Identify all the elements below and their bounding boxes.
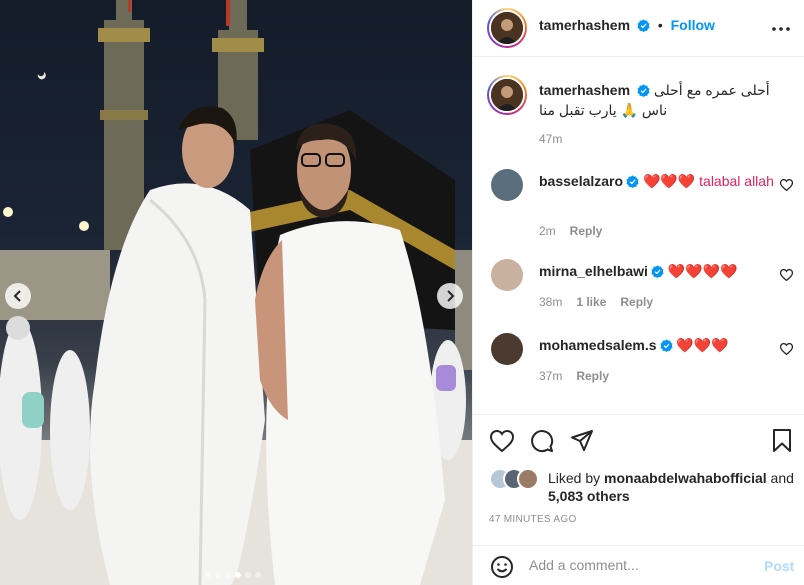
post-comment-button[interactable]: Post	[764, 558, 794, 574]
header-user-line: tamerhashem • Follow	[539, 17, 715, 33]
comment-composer: Post	[473, 545, 804, 585]
comment-item: basselalzaro ❤️❤️❤️ talabal allah	[539, 172, 779, 191]
comment-meta: 2m Reply	[539, 224, 602, 238]
post-sidebar: tamerhashem • Follow tamerhashem أحلى عم…	[472, 0, 804, 585]
bookmark-icon	[773, 429, 791, 452]
carousel-dot	[205, 572, 211, 578]
comment-username[interactable]: mirna_elhelbawi	[539, 263, 648, 279]
commenter-avatar[interactable]	[491, 169, 523, 201]
carousel-dot	[245, 572, 251, 578]
carousel-dot	[255, 572, 261, 578]
actions-divider	[473, 414, 804, 415]
author-username[interactable]: tamerhashem	[539, 17, 630, 33]
comment-text: ❤️❤️❤️ talabal allah	[642, 173, 774, 189]
caption-username[interactable]: tamerhashem	[539, 82, 630, 98]
verified-badge-icon	[637, 19, 650, 32]
liked-by-user[interactable]: monaabdelwahabofficial	[604, 470, 767, 486]
carousel-dot	[235, 572, 241, 578]
liked-by-and: and	[770, 470, 794, 486]
commenter-avatar[interactable]	[491, 333, 523, 365]
post-photo[interactable]	[0, 0, 472, 585]
reply-button[interactable]: Reply	[570, 224, 603, 238]
comment-like-button[interactable]	[779, 178, 794, 194]
avatar-photo	[491, 12, 523, 44]
share-button[interactable]	[569, 428, 595, 454]
comment-likes[interactable]: 1 like	[576, 295, 606, 309]
comment-icon	[531, 430, 554, 453]
save-button[interactable]	[769, 428, 795, 454]
like-button[interactable]	[489, 428, 515, 454]
comment-like-button[interactable]	[779, 268, 794, 284]
liked-by-prefix: Liked by	[548, 470, 601, 486]
comment-username[interactable]: mohamedsalem.s	[539, 337, 657, 353]
verified-badge-icon	[626, 175, 639, 188]
heart-icon	[490, 430, 514, 452]
post-header: tamerhashem • Follow	[473, 0, 804, 57]
more-options-icon	[772, 27, 790, 31]
liked-by-summary: Liked by monaabdelwahabofficial and 5,08…	[548, 469, 798, 505]
heart-icon	[779, 268, 794, 282]
reply-button[interactable]: Reply	[620, 295, 653, 309]
caption-author-avatar[interactable]	[487, 75, 527, 115]
comment-meta: 37m Reply	[539, 369, 609, 383]
follow-button[interactable]: Follow	[671, 17, 715, 33]
caption-time: 47m	[539, 132, 563, 146]
more-options-button[interactable]	[769, 17, 793, 41]
comment-button[interactable]	[529, 428, 555, 454]
chevron-left-icon	[13, 290, 21, 302]
comment-item: mirna_elhelbawi ❤️❤️❤️❤️	[539, 262, 779, 281]
liked-by-others[interactable]: 5,083 others	[548, 488, 630, 504]
commenter-avatar[interactable]	[491, 259, 523, 291]
carousel-next-button[interactable]	[437, 283, 463, 309]
post-timestamp: 47 MINUTES AGO	[489, 514, 577, 525]
chevron-right-icon	[447, 290, 455, 302]
carousel-dot	[225, 572, 231, 578]
post-caption: tamerhashem أحلى عمره مع أحلى ناس 🙏 يارب…	[539, 80, 789, 120]
comment-text: ❤️❤️❤️❤️	[667, 263, 738, 279]
carousel-indicator	[205, 572, 261, 578]
comment-item: mohamedsalem.s ❤️❤️❤️	[539, 336, 779, 355]
emoji-icon	[491, 556, 513, 578]
avatar	[517, 468, 539, 490]
reply-button[interactable]: Reply	[576, 369, 609, 383]
liked-by-avatars	[489, 468, 545, 492]
comment-text: ❤️❤️❤️	[676, 337, 729, 353]
photo-scene	[0, 0, 472, 585]
carousel-prev-button[interactable]	[5, 283, 31, 309]
verified-badge-icon	[651, 265, 664, 278]
comment-time: 38m	[539, 295, 563, 309]
verified-badge-icon	[659, 339, 673, 352]
comment-meta: 38m 1 like Reply	[539, 295, 653, 309]
heart-icon	[779, 178, 794, 192]
author-avatar[interactable]	[487, 8, 527, 48]
carousel-dot	[215, 572, 221, 578]
heart-icon	[779, 342, 794, 356]
avatar-photo	[491, 79, 523, 111]
comment-username[interactable]: basselalzaro	[539, 173, 623, 189]
emoji-button[interactable]	[489, 554, 515, 580]
comment-time: 2m	[539, 224, 556, 238]
comment-time: 37m	[539, 369, 563, 383]
comment-like-button[interactable]	[779, 342, 794, 358]
share-icon	[571, 430, 593, 451]
verified-badge-icon	[637, 84, 650, 97]
comment-input[interactable]	[529, 557, 749, 573]
